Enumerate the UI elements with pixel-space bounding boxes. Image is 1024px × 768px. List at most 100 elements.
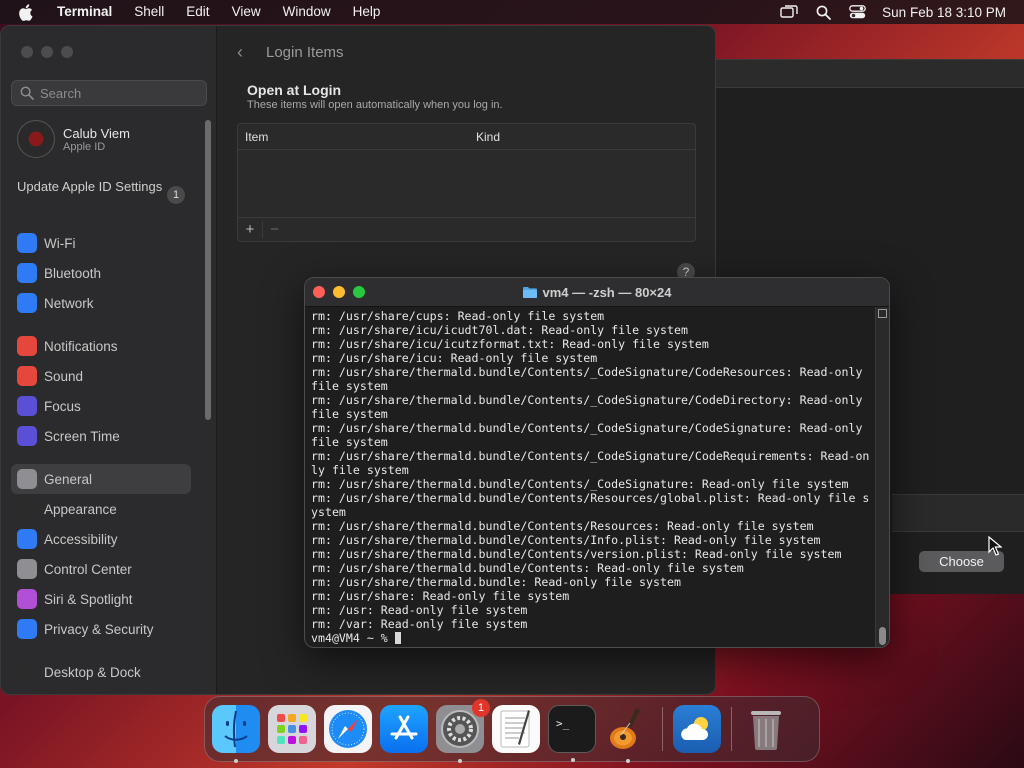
control-center-icon[interactable] [840,0,874,24]
dock-weather[interactable] [673,705,721,753]
menu-help[interactable]: Help [342,0,392,24]
terminal-line: rm: /usr/share/thermald.bundle: Read-onl… [311,575,681,589]
terminal-line: file system [311,379,388,393]
sidebar-item-focus[interactable]: Focus [11,391,191,421]
sidebar-item-privacy-security[interactable]: Privacy & Security [11,614,191,644]
scroll-menu-icon[interactable] [878,309,887,318]
sidebar-group-network: Wi-Fi Bluetooth Network [11,228,191,318]
column-header-item[interactable]: Item [238,130,476,144]
menu-view[interactable]: View [221,0,272,24]
dock-trash[interactable] [742,705,790,753]
dialog-toolbar [716,60,1024,88]
avatar [17,120,55,158]
app-menu-terminal[interactable]: Terminal [46,0,123,24]
textedit-icon [500,710,530,748]
sidebar-item-label: Control Center [44,561,132,577]
menu-window[interactable]: Window [272,0,342,24]
terminal-titlebar[interactable]: vm4 — -zsh — 80×24 [305,278,889,307]
scroll-thumb[interactable] [879,627,886,645]
sidebar-search-field[interactable]: Search [11,80,207,106]
remove-login-item-button[interactable]: − [262,221,286,238]
apple-menu-icon[interactable] [18,3,34,21]
bluetooth-icon [17,263,37,283]
dock-launchpad[interactable] [268,705,316,753]
safari-icon [329,710,367,748]
sidebar-item-sound[interactable]: Sound [11,361,191,391]
sidebar-group-notifications: Notifications Sound Focus Screen Time [11,331,191,451]
menu-clock[interactable]: Sun Feb 18 3:10 PM [874,5,1024,20]
dock-garageband[interactable] [604,705,652,763]
sidebar-item-wi-fi[interactable]: Wi-Fi [11,228,191,258]
terminal-line: rm: /usr/share/thermald.bundle/Contents/… [311,547,842,561]
sidebar-item-screen-time[interactable]: Screen Time [11,421,191,451]
running-indicator [571,758,575,762]
running-indicator [234,759,238,763]
hourglass-icon [17,426,37,446]
search-placeholder: Search [40,85,82,101]
menu-shell[interactable]: Shell [123,0,175,24]
dock-system-settings[interactable]: 1 [436,699,490,763]
page-title: Login Items [266,44,344,61]
dock-terminal[interactable]: >_ [548,705,596,762]
column-header-kind[interactable]: Kind [476,130,500,144]
sidebar-item-general[interactable]: General [11,464,191,494]
dock-textedit[interactable] [492,705,540,753]
terminal-title: vm4 — -zsh — 80×24 [542,284,672,300]
close-button[interactable] [21,46,33,58]
running-indicator [458,759,462,763]
notification-badge: 1 [472,699,490,717]
sidebar-item-label: Notifications [44,338,118,354]
sidebar-item-network[interactable]: Network [11,288,191,318]
sidebar-item-accessibility[interactable]: Accessibility [11,524,191,554]
gear-icon [17,469,37,489]
accessibility-icon [17,529,37,549]
zoom-button[interactable] [353,286,365,298]
profile-name: Calub Viem [63,125,130,141]
sidebar-item-label: Wi-Fi [44,235,76,251]
sidebar-item-label: Appearance [44,501,117,517]
back-chevron-icon[interactable]: ‹ [237,42,243,63]
sidebar-item-appearance[interactable]: Appearance [11,494,191,524]
terminal-line: rm: /usr/share/icu/icutzformat.txt: Read… [311,337,709,351]
minimize-button[interactable] [41,46,53,58]
sidebar-item-bluetooth[interactable]: Bluetooth [11,258,191,288]
profile-subtitle: Apple ID [63,140,106,153]
apple-id-profile[interactable]: Calub Viem Apple ID [17,120,130,158]
terminal-line: file system [311,435,388,449]
terminal-icon: >_ [556,717,570,730]
sidebar-item-notifications[interactable]: Notifications [11,331,191,361]
globe-icon [17,293,37,313]
zoom-button[interactable] [61,46,73,58]
terminal-line: rm: /usr/share/cups: Read-only file syst… [311,309,605,323]
sidebar-item-siri-spotlight[interactable]: Siri & Spotlight [11,584,191,614]
dock-separator [731,707,732,751]
add-login-item-button[interactable]: + [238,221,262,238]
dock-finder[interactable] [212,705,260,763]
appearance-icon [17,499,37,519]
close-button[interactable] [313,286,325,298]
terminal-prompt-line[interactable]: vm4@VM4 ~ % [311,631,873,645]
terminal-line: ystem [311,505,346,519]
spotlight-search-icon[interactable] [806,0,840,24]
dock-separator [662,707,663,751]
minimize-button[interactable] [333,286,345,298]
terminal-scrollbar[interactable] [875,307,889,647]
screen-mirroring-icon[interactable] [772,0,806,24]
sidebar-item-label: Network [44,295,94,311]
update-apple-id-item[interactable]: Update Apple ID Settings [17,179,187,195]
terminal-output[interactable]: rm: /usr/share/cups: Read-only file syst… [311,308,873,645]
sidebar-scrollbar[interactable] [205,120,211,420]
dock-safari[interactable] [324,705,372,753]
section-title: Open at Login [247,82,342,98]
sidebar-item-label: Sound [44,368,84,384]
terminal-line: rm: /usr: Read-only file system [311,603,528,617]
sidebar-item-control-center[interactable]: Control Center [11,554,191,584]
terminal-line: rm: /usr/share/icu: Read-only file syste… [311,351,598,365]
speaker-icon [17,366,37,386]
terminal-line: rm: /usr/share/thermald.bundle/Contents/… [311,533,821,547]
sidebar-item-label: Bluetooth [44,265,102,281]
menu-edit[interactable]: Edit [175,0,220,24]
sidebar-item-desktop-dock[interactable]: Desktop & Dock [11,657,191,687]
weather-icon [681,717,709,740]
dock-app-store[interactable] [380,705,428,753]
